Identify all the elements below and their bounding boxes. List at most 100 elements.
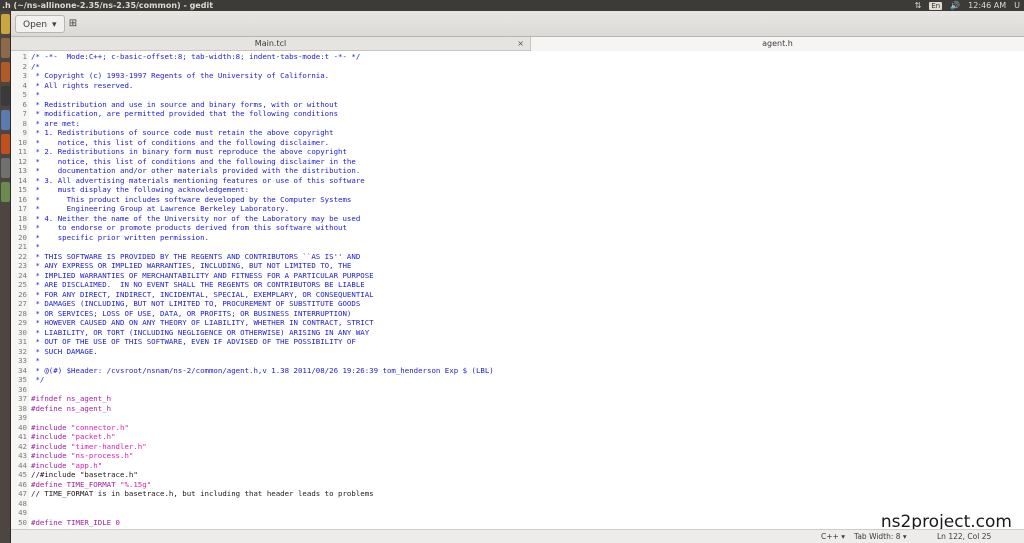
gedit-icon[interactable] <box>1 182 10 202</box>
line-number: 38 <box>18 403 27 413</box>
code-text: * to endorse or promote products derived… <box>31 223 347 232</box>
code-text: #define ns_agent_h <box>31 403 112 413</box>
string-literal: "ns-process.h" <box>71 451 134 460</box>
code-line: 19 * to endorse or promote products deri… <box>11 223 1011 233</box>
code-line: 2 /* <box>11 62 1011 72</box>
code-text: * FOR ANY DIRECT, INDIRECT, INCIDENTAL, … <box>31 289 374 299</box>
code-line: 32 * SUCH DAMAGE. <box>11 347 1011 357</box>
code-text: * specific prior written permission. <box>31 232 209 242</box>
tab-agent-h[interactable]: agent.h <box>531 37 1024 51</box>
line-number: 41 <box>18 432 27 441</box>
tab-width-selector[interactable]: Tab Width: 8 ▾ <box>854 530 907 543</box>
code-text: * 2. Redistributions in binary form must… <box>31 147 347 156</box>
code-line: 6 * Redistribution and use in source and… <box>11 100 1011 110</box>
code-line: 22 * THIS SOFTWARE IS PROVIDED BY THE RE… <box>11 252 1011 262</box>
line-number: 36 <box>18 384 27 394</box>
code-line: 39 <box>11 413 1011 423</box>
window-title: .h (~/ns-allinone-2.35/ns-2.35/common) -… <box>2 1 214 10</box>
preprocessor-directive: #include <box>31 441 72 451</box>
dash-icon[interactable] <box>1 14 10 34</box>
libreoffice-icon[interactable] <box>1 110 10 130</box>
keyboard-layout-indicator[interactable]: En <box>929 1 943 10</box>
code-text: * DAMAGES (INCLUDING, BUT NOT LIMITED TO… <box>31 299 361 308</box>
code-line: 38 #define ns_agent_h <box>11 404 1011 414</box>
text-editor[interactable]: 1 /* -*- Mode:C++; c-basic-offset:8; tab-… <box>11 51 1024 529</box>
line-number: 6 <box>22 99 27 109</box>
code-text: * notice, this list of conditions and th… <box>31 156 356 166</box>
line-number: 24 <box>18 270 27 280</box>
line-number: 29 <box>18 318 27 327</box>
code-line: 5 * <box>11 90 1011 100</box>
code-line: 1 /* -*- Mode:C++; c-basic-offset:8; tab-… <box>11 52 1011 62</box>
line-number: 18 <box>18 213 27 223</box>
code-text: #include "timer-handler.h" <box>31 442 147 452</box>
code-line: 35 */ <box>11 375 1011 385</box>
new-document-icon: ⊞ <box>68 18 78 29</box>
network-icon[interactable]: ⇅ <box>915 0 922 11</box>
files-icon[interactable] <box>1 38 10 58</box>
language-selector[interactable]: C++ ▾ <box>821 530 845 543</box>
settings-icon[interactable] <box>1 158 10 178</box>
line-number: 34 <box>18 365 27 375</box>
new-document-button[interactable]: ⊞ <box>62 15 84 33</box>
code-text: #include "packet.h" <box>31 432 116 442</box>
open-button[interactable]: Open ▾ <box>15 15 65 33</box>
string-literal: "app.h" <box>71 460 103 470</box>
line-number: 30 <box>18 327 27 337</box>
code-text: * Redistribution and use in source and b… <box>31 99 339 109</box>
code-line: 33 * <box>11 356 1011 366</box>
code-text: * 1. Redistributions of source code must… <box>31 128 334 137</box>
code-line: 9 * 1. Redistributions of source code mu… <box>11 128 1011 138</box>
tab-main-tcl[interactable]: Main.tcl × <box>11 37 531 51</box>
session-menu-icon[interactable]: U <box>1014 0 1020 11</box>
string-literal: "connector.h" <box>71 422 129 432</box>
software-icon[interactable] <box>1 134 10 154</box>
code-line: 16 * This product includes software deve… <box>11 195 1011 205</box>
code-line: 12 * notice, this list of conditions and… <box>11 157 1011 167</box>
string-literal: "%.15g" <box>120 479 152 489</box>
close-icon[interactable]: × <box>517 37 524 51</box>
line-number: 49 <box>18 508 27 517</box>
code-line: 28 * OR SERVICES; LOSS OF USE, DATA, OR … <box>11 309 1011 319</box>
tab-label: agent.h <box>762 39 793 48</box>
code-line: 50 #define TIMER_IDLE 0 <box>11 518 1011 528</box>
browser-icon[interactable] <box>1 62 10 82</box>
code-line: 36 <box>11 385 1011 395</box>
cursor-position: Ln 122, Col 25 <box>937 532 992 541</box>
volume-icon[interactable]: 🔊 <box>950 0 960 11</box>
line-number: 33 <box>18 356 27 365</box>
code-text: #include "app.h" <box>31 461 102 471</box>
line-number: 21 <box>18 242 27 251</box>
line-number: 20 <box>18 232 27 242</box>
line-number: 31 <box>18 337 27 346</box>
code-text: * Engineering Group at Lawrence Berkeley… <box>31 204 290 213</box>
line-number: 26 <box>18 289 27 299</box>
code-text: #ifndef ns_agent_h <box>31 394 112 403</box>
code-line: 3 * Copyright (c) 1993-1997 Regents of t… <box>11 71 1011 81</box>
line-number: 39 <box>18 413 27 422</box>
code-text: * Copyright (c) 1993-1997 Regents of the… <box>31 71 330 80</box>
system-tray: ⇅ En 🔊 12:46 AM U <box>915 0 1020 11</box>
line-number: 8 <box>22 118 27 128</box>
code-text: #define TIMER_IDLE 0 <box>31 517 120 527</box>
preprocessor-directive: #include <box>31 432 72 441</box>
code-text: * documentation and/or other materials p… <box>31 166 361 175</box>
line-number: 47 <box>18 489 27 498</box>
code-line: 21 * <box>11 242 1011 252</box>
code-line: 42 #include "timer-handler.h" <box>11 442 1011 452</box>
clock[interactable]: 12:46 AM <box>968 0 1006 11</box>
code-line: 31 * OUT OF THE USE OF THIS SOFTWARE, EV… <box>11 337 1011 347</box>
string-literal: "timer-handler.h" <box>71 441 147 451</box>
line-number: 40 <box>18 422 27 432</box>
open-label: Open <box>23 20 48 30</box>
code-line: 8 * are met: <box>11 119 1011 129</box>
code-text: //#include "basetrace.h" <box>31 470 138 479</box>
code-text: * THIS SOFTWARE IS PROVIDED BY THE REGEN… <box>31 251 361 261</box>
code-text: /* -*- Mode:C++; c-basic-offset:8; tab-w… <box>31 52 361 61</box>
line-number: 48 <box>18 498 27 508</box>
code-line: 4 * All rights reserved. <box>11 81 1011 91</box>
line-number: 9 <box>22 128 27 137</box>
line-number: 35 <box>18 375 27 384</box>
terminal-icon[interactable] <box>1 86 10 106</box>
preprocessor-directive: #include <box>31 451 72 460</box>
